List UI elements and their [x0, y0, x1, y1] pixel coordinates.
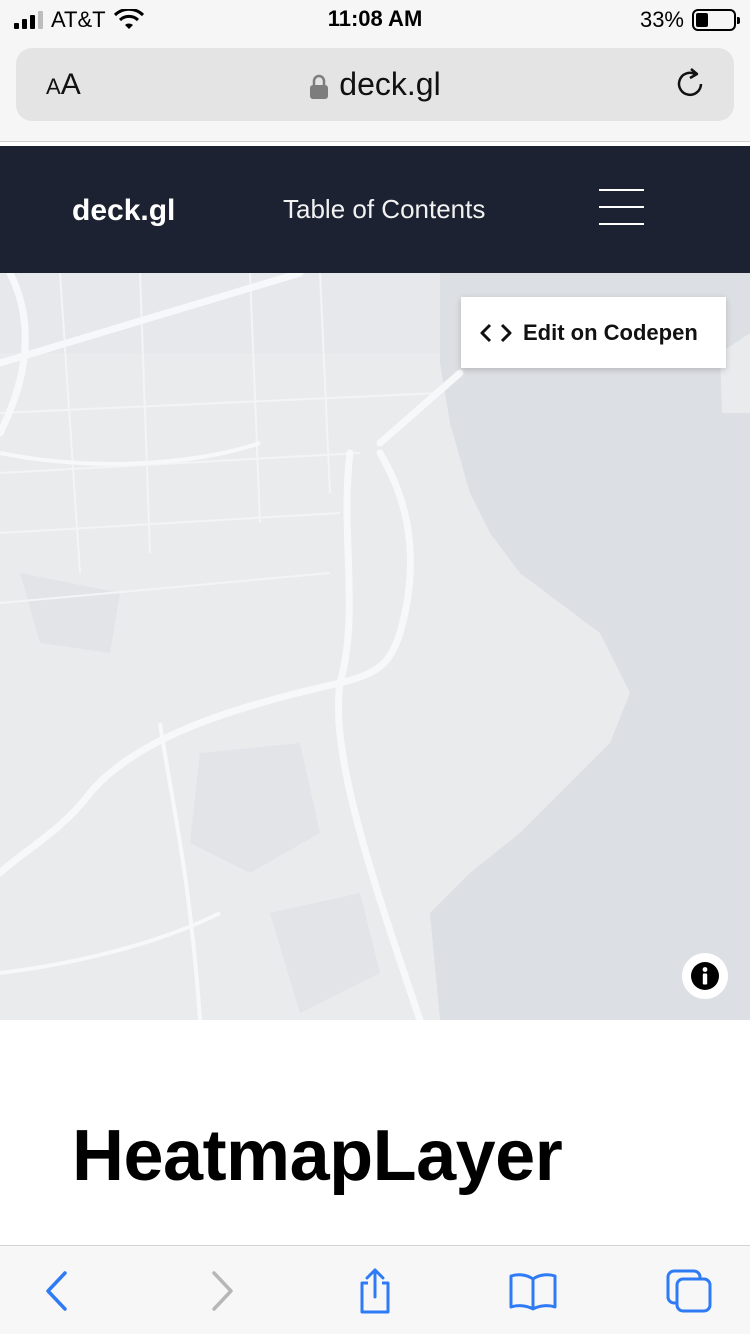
- map-attribution-button[interactable]: [682, 953, 728, 999]
- reload-icon[interactable]: [674, 66, 708, 102]
- edit-on-codepen-label: Edit on Codepen: [523, 319, 698, 345]
- url-field[interactable]: AA deck.gl: [16, 48, 734, 121]
- lock-icon: [310, 74, 329, 99]
- hamburger-menu-icon[interactable]: [599, 189, 644, 227]
- back-button[interactable]: [33, 1268, 83, 1314]
- map-background: [0, 273, 750, 1020]
- battery-percent: 33%: [639, 7, 684, 32]
- edit-on-codepen-button[interactable]: Edit on Codepen: [461, 297, 726, 368]
- status-bar: AT&T 11:08 AM 33%: [0, 0, 750, 40]
- bookmarks-button[interactable]: [508, 1268, 558, 1314]
- tabs-icon: [666, 1269, 712, 1313]
- browser-toolbar: [0, 1245, 750, 1334]
- map-area[interactable]: Edit on Codepen: [0, 273, 750, 1020]
- battery-icon: [692, 9, 740, 31]
- forward-button[interactable]: [196, 1268, 246, 1314]
- code-brackets-icon: [480, 323, 512, 342]
- browser-address-bar: AA deck.gl: [0, 40, 750, 142]
- share-button[interactable]: [350, 1268, 400, 1314]
- chevron-right-icon: [212, 1271, 233, 1311]
- chevron-left-icon: [46, 1271, 67, 1311]
- site-logo[interactable]: deck.gl: [72, 194, 175, 228]
- info-icon: [691, 962, 719, 990]
- url-display[interactable]: deck.gl: [16, 66, 734, 103]
- share-icon: [360, 1268, 390, 1314]
- site-header: deck.gl Table of Contents: [0, 146, 750, 273]
- tabs-button[interactable]: [664, 1268, 714, 1314]
- book-icon: [509, 1273, 557, 1311]
- page-title: HeatmapLayer: [72, 1116, 563, 1196]
- status-right: 33%: [639, 6, 740, 34]
- url-text: deck.gl: [339, 66, 441, 102]
- table-of-contents-link[interactable]: Table of Contents: [283, 194, 485, 225]
- status-time: 11:08 AM: [327, 6, 423, 31]
